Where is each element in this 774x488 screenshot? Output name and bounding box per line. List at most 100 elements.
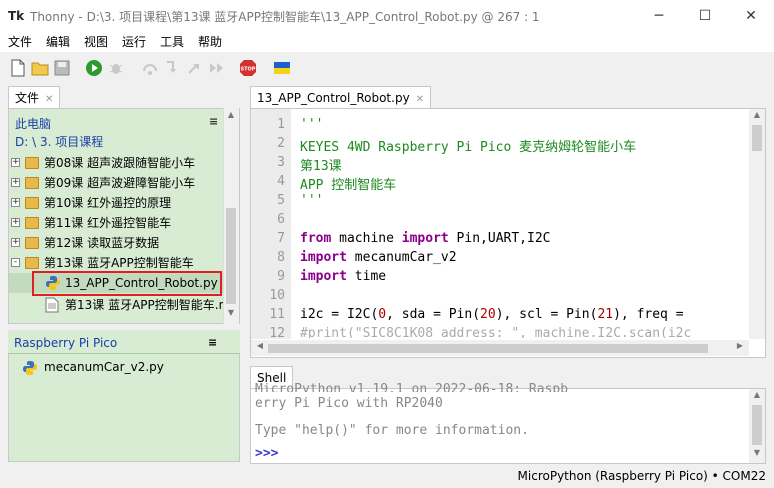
open-folder-icon[interactable] [31, 59, 49, 77]
tree-item-folder[interactable]: + 第11课 红外遥控智能车 [9, 213, 231, 233]
files-menu-icon[interactable]: ≡ [209, 115, 218, 128]
code-text: ), scl = Pin( [495, 307, 598, 322]
code-line: from machine import Pin,UART,I2C [300, 231, 550, 246]
line-number: 11 [269, 307, 285, 322]
current-path[interactable]: D: \ 3. 项目课程 [15, 133, 103, 150]
collapse-icon[interactable]: - [11, 258, 20, 267]
menu-file[interactable]: 文件 [8, 33, 32, 50]
folder-icon [25, 157, 39, 169]
line-number: 5 [277, 193, 285, 208]
tree-item-file[interactable]: 第13课 蓝牙APP控制智能车.m [9, 295, 231, 315]
line-number-gutter: 1 2 3 4 5 6 7 8 9 10 11 12 [251, 109, 291, 341]
code-text: time [346, 269, 387, 284]
stop-label: STOP [241, 67, 256, 73]
shell-scroll-thumb[interactable] [752, 405, 762, 445]
menu-run[interactable]: 运行 [122, 33, 146, 50]
save-icon[interactable] [53, 59, 71, 77]
shell-output-line: Type "help()" for more information. [255, 423, 529, 438]
minimize-icon[interactable]: ─ [636, 0, 682, 32]
scroll-right-icon[interactable]: ▶ [733, 341, 747, 355]
number: 21 [597, 307, 614, 322]
shell-output-line: MicroPython v1.19.1 on 2022-06-18; Raspb [255, 382, 569, 392]
menu-help[interactable]: 帮助 [198, 33, 222, 50]
title-at: @ [481, 10, 494, 24]
tree-item-folder-open[interactable]: - 第13课 蓝牙APP控制智能车 [9, 253, 231, 273]
code-line: ''' [300, 193, 324, 208]
status-bar: MicroPython (Raspberry Pi Pico) • COM22 [0, 466, 774, 488]
pico-file-item[interactable]: mecanumCar_v2.py [22, 358, 222, 378]
menu-view[interactable]: 视图 [84, 33, 108, 50]
tab-editor-label: 13_APP_Control_Robot.py [257, 91, 410, 105]
ukraine-flag-icon[interactable] [273, 59, 291, 77]
files-scroll-thumb[interactable] [226, 208, 236, 304]
code-line: i2c = I2C(0, sda = Pin(20), scl = Pin(21… [300, 307, 748, 322]
tree-item-folder[interactable]: + 第10课 红外遥控的原理 [9, 193, 231, 213]
this-pc-link[interactable]: 此电脑 [15, 115, 51, 132]
pico-title[interactable]: Raspberry Pi Pico [14, 336, 117, 350]
shell-output-line: erry Pi Pico with RP2040 [255, 396, 443, 411]
scroll-up-icon[interactable]: ▲ [224, 110, 238, 124]
pico-file-label: mecanumCar_v2.py [44, 360, 164, 374]
maximize-icon[interactable]: ☐ [682, 0, 728, 32]
scroll-up-icon[interactable]: ▲ [750, 390, 764, 404]
expand-icon[interactable]: + [11, 198, 20, 207]
expand-icon[interactable]: + [11, 178, 20, 187]
code-text: i2c = I2C( [300, 307, 379, 322]
step-out-icon[interactable] [185, 59, 203, 77]
code-line: import mecanumCar_v2 [300, 250, 457, 265]
code-line: ''' [300, 117, 324, 132]
keyword: from [300, 231, 332, 246]
run-icon[interactable] [85, 59, 103, 77]
close-tab-icon[interactable]: ✕ [416, 94, 424, 105]
tab-files-label: 文件 [15, 91, 40, 105]
scroll-left-icon[interactable]: ◀ [253, 341, 267, 355]
document-icon [45, 297, 59, 313]
resume-icon[interactable] [207, 59, 225, 77]
close-tab-icon[interactable]: ✕ [45, 94, 53, 105]
step-into-icon[interactable] [163, 59, 181, 77]
expand-icon[interactable]: + [11, 158, 20, 167]
folder-icon [25, 237, 39, 249]
debug-icon[interactable] [107, 59, 125, 77]
new-file-icon[interactable] [9, 59, 27, 77]
menu-bar: 文件 编辑 视图 运行 工具 帮助 [0, 32, 774, 52]
line-number: 2 [277, 136, 285, 151]
scroll-down-icon[interactable]: ▼ [224, 308, 238, 322]
code-text: Pin,UART,I2C [448, 231, 551, 246]
step-over-icon[interactable] [141, 59, 159, 77]
expand-icon[interactable]: + [11, 238, 20, 247]
line-number: 1 [277, 117, 285, 132]
code-line: #print("SIC8C1K08 address: ", machine.I2… [300, 326, 692, 338]
tree-item-folder[interactable]: + 第12课 读取蓝牙数据 [9, 233, 231, 253]
window-title: Thonny - D:\3. 项目课程\第13课 蓝牙APP控制智能车\13_A… [30, 8, 540, 25]
scroll-up-icon[interactable]: ▲ [750, 110, 764, 124]
menu-tools[interactable]: 工具 [160, 33, 184, 50]
shell-prompt[interactable]: >>> [255, 446, 278, 461]
editor-scroll-thumb[interactable] [752, 125, 762, 151]
stop-icon[interactable]: STOP [239, 59, 257, 77]
thonny-logo-icon: Tk [8, 9, 25, 23]
expand-icon[interactable]: + [11, 218, 20, 227]
file-label: 第13课 蓝牙APP控制智能车.m [65, 298, 231, 312]
code-text: mecanumCar_v2 [346, 250, 457, 265]
menu-edit[interactable]: 编辑 [46, 33, 70, 50]
tab-editor[interactable]: 13_APP_Control_Robot.py ✕ [250, 86, 432, 109]
close-icon[interactable]: ✕ [728, 0, 774, 32]
code-text: machine [331, 231, 402, 246]
keyword: import [401, 231, 449, 246]
tree-item-folder[interactable]: + 第08课 超声波跟随智能小车 [9, 153, 231, 173]
scroll-down-icon[interactable]: ▼ [750, 448, 764, 462]
tab-files[interactable]: 文件 ✕ [8, 86, 61, 109]
folder-label: 第09课 超声波避障智能小车 [44, 176, 196, 190]
code-line: 第13课 [300, 159, 342, 174]
interpreter-status[interactable]: MicroPython (Raspberry Pi Pico) • COM22 [518, 469, 766, 483]
editor-hscroll-thumb[interactable] [268, 344, 708, 353]
tree-item-folder[interactable]: + 第09课 超声波避障智能小车 [9, 173, 231, 193]
folder-open-icon [25, 257, 39, 269]
title-separator: - [78, 10, 83, 24]
pico-menu-icon[interactable]: ≡ [208, 336, 217, 349]
folder-label: 第11课 红外遥控智能车 [44, 216, 172, 230]
title-bar: Tk Thonny - D:\3. 项目课程\第13课 蓝牙APP控制智能车\1… [0, 0, 774, 32]
app-name: Thonny [30, 10, 75, 24]
highlight-box [32, 271, 222, 296]
